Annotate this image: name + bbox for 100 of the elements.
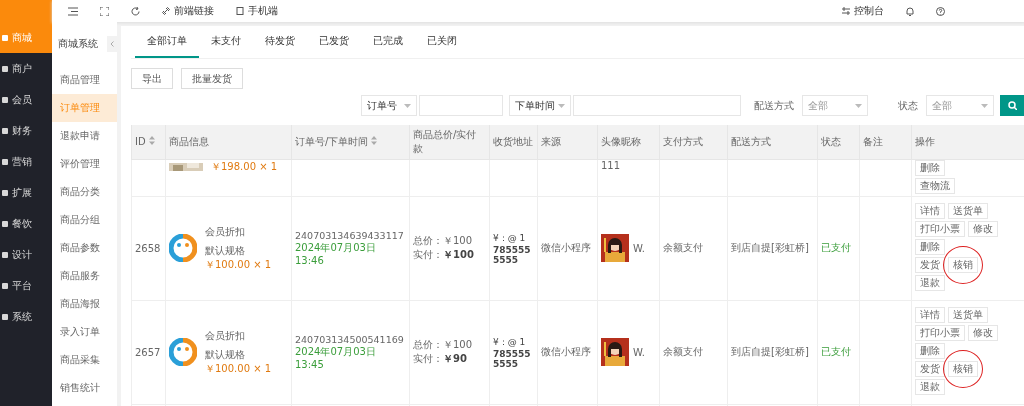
action-button[interactable]: 批量发货 — [181, 68, 243, 89]
order-tab[interactable]: 未支付 — [199, 26, 253, 58]
operation-button[interactable]: 删除 — [915, 239, 945, 255]
table-cell: 到店自提[彩虹桥] — [727, 300, 818, 404]
total-price: 总价：￥100 — [413, 234, 474, 248]
product-name: 会员折扣 — [205, 328, 246, 343]
refresh-icon[interactable] — [131, 6, 140, 16]
filter-label: 状态 — [898, 98, 918, 113]
product-spec: 默认规格 — [205, 347, 246, 362]
nickname: W. — [633, 346, 645, 358]
table-cell: 余额支付 — [659, 300, 728, 404]
order-tab[interactable]: 已完成 — [361, 26, 415, 58]
menu-icon[interactable] — [68, 6, 78, 16]
search-input[interactable] — [419, 95, 503, 116]
link-icon — [162, 7, 170, 15]
order-number: 240703134500541169 — [295, 334, 405, 345]
sliders-icon — [842, 7, 850, 15]
total-price: 总价：￥100 — [413, 338, 474, 352]
filter-label: 配送方式 — [754, 98, 794, 113]
product-price: ￥100.00 × 1 — [205, 361, 272, 376]
operation-button[interactable]: 打印小票 — [915, 325, 965, 341]
table-cell: 余额支付 — [659, 196, 728, 300]
order-tab[interactable]: 待发货 — [253, 26, 307, 58]
column-header[interactable]: ID — [135, 136, 146, 148]
operation-button[interactable]: 修改 — [968, 221, 998, 237]
operation-button[interactable]: 详情 — [915, 307, 945, 323]
operation-button[interactable]: 详情 — [915, 203, 945, 219]
search-type-select[interactable]: 订单号 — [361, 95, 417, 116]
frontend-link[interactable]: 前端链接 — [162, 4, 214, 18]
product-logo-icon — [169, 338, 197, 366]
column-header: 商品总价/实付款 — [413, 128, 477, 154]
console-link[interactable]: 控制台 — [842, 4, 884, 18]
main-nav-item[interactable]: 商户 — [0, 53, 52, 84]
column-header: 收货地址 — [493, 135, 533, 147]
time-input[interactable] — [573, 95, 741, 116]
main-nav-item[interactable]: 餐饮 — [0, 208, 52, 239]
operation-button[interactable]: 修改 — [968, 325, 998, 341]
main-nav-item[interactable]: 扩展 — [0, 177, 52, 208]
sub-nav-title: 商城系统 — [58, 37, 98, 51]
product-price: ￥198.00 × 1 — [211, 159, 278, 174]
help-icon[interactable] — [936, 6, 945, 16]
address-line: ¥：@ 1 — [493, 335, 527, 349]
logo-area — [0, 0, 52, 22]
mobile-link[interactable]: 手机端 — [236, 4, 278, 18]
order-number: 240703134639433117 — [295, 230, 405, 241]
column-header: 备注 — [863, 135, 883, 147]
operation-button[interactable]: 核销 — [948, 361, 978, 377]
product-price: ￥100.00 × 1 — [205, 257, 272, 272]
main-nav-item[interactable]: 平台 — [0, 270, 52, 301]
table-cell: 微信小程序 — [537, 300, 598, 404]
column-header: 商品信息 — [169, 135, 209, 147]
main-nav-item[interactable]: 设计 — [0, 239, 52, 270]
operation-button[interactable]: 发货 — [915, 361, 945, 377]
operation-button[interactable]: 打印小票 — [915, 221, 965, 237]
bell-icon[interactable] — [906, 6, 914, 16]
order-tab[interactable]: 已关闭 — [415, 26, 469, 58]
caret-icon — [981, 103, 988, 108]
operation-button[interactable]: 核销 — [948, 257, 978, 273]
operation-button[interactable]: 删除 — [915, 343, 945, 359]
order-status: 已支付 — [821, 241, 852, 255]
operation-button[interactable]: 退款 — [915, 275, 945, 291]
main-nav-item[interactable]: 系统 — [0, 301, 52, 332]
paid-amount: 实付：￥100 — [413, 248, 475, 262]
address-line: ¥：@ 1 — [493, 231, 527, 245]
caret-icon — [404, 103, 411, 108]
search-button[interactable] — [1000, 95, 1024, 116]
table-cell: 2657 — [131, 300, 166, 404]
column-header: 头像昵称 — [601, 135, 641, 147]
sort-icon[interactable] — [371, 135, 378, 145]
collapse-icon[interactable] — [107, 36, 117, 52]
order-tab[interactable]: 全部订单 — [135, 26, 199, 58]
operation-button[interactable]: 发货 — [915, 257, 945, 273]
main-nav-item[interactable]: 财务 — [0, 115, 52, 146]
column-header: 操作 — [915, 135, 935, 147]
operation-button[interactable]: 送货单 — [948, 307, 988, 323]
operation-button[interactable]: 退款 — [915, 379, 945, 395]
paid-amount: 实付：￥90 — [413, 352, 468, 366]
sort-icon[interactable] — [148, 136, 155, 146]
table-cell: 到店自提[彩虹桥] — [727, 196, 818, 300]
address-line: 5555 — [493, 254, 520, 265]
action-button[interactable]: 导出 — [131, 68, 173, 89]
fullscreen-icon[interactable] — [100, 6, 109, 16]
search-icon — [1008, 101, 1017, 110]
caret-icon — [855, 103, 862, 108]
operation-button[interactable]: 查物流 — [915, 177, 955, 194]
address-line: 785555 — [493, 244, 532, 255]
order-tab[interactable]: 已发货 — [307, 26, 361, 58]
address-line: 5555 — [493, 358, 520, 369]
time-type-select[interactable]: 下单时间 — [509, 95, 571, 116]
order-time: 2024年07月03日 13:45 — [295, 345, 377, 370]
product-spec: 默认规格 — [205, 243, 246, 258]
table-cell: 微信小程序 — [537, 196, 598, 300]
nickname: 111 — [601, 159, 621, 171]
phone-icon — [236, 7, 244, 15]
order-time: 2024年07月03日 13:46 — [295, 241, 377, 266]
operation-button[interactable]: 送货单 — [948, 203, 988, 219]
column-header: 来源 — [541, 135, 561, 147]
caret-icon — [558, 103, 565, 108]
main-nav-item[interactable]: 会员 — [0, 84, 52, 115]
main-nav-item[interactable]: 营销 — [0, 146, 52, 177]
